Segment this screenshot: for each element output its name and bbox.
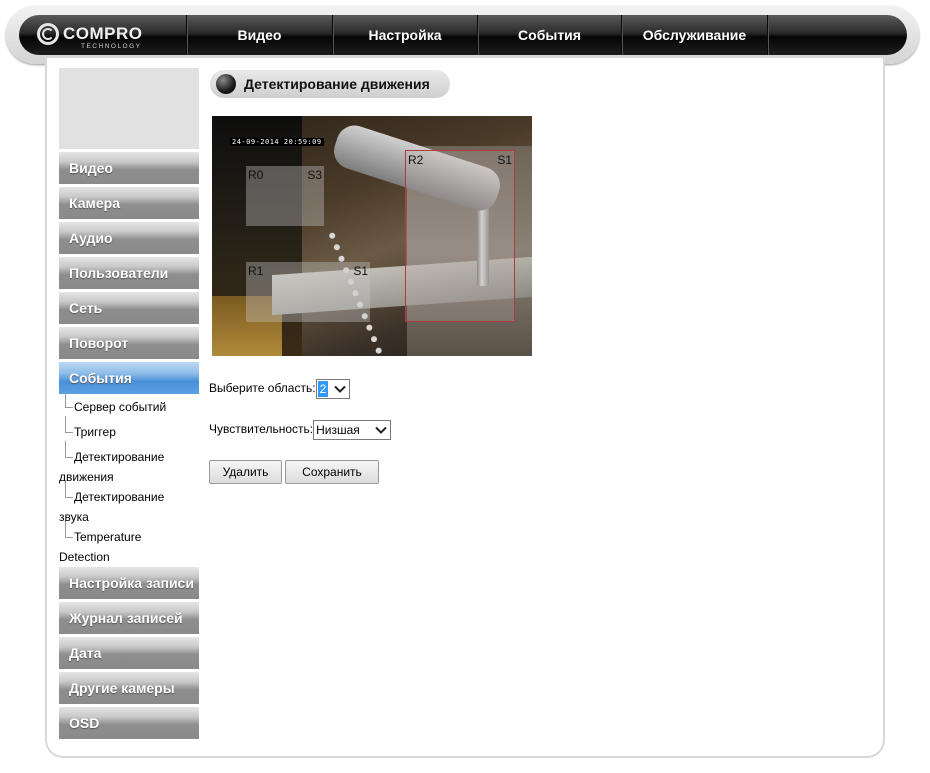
save-button[interactable]: Сохранить xyxy=(285,460,379,484)
tree-line-icon xyxy=(65,481,73,498)
submenu-audio-detection[interactable]: Детектирование звука xyxy=(59,481,199,527)
submenu-event-server[interactable]: Сервер событий xyxy=(59,391,199,417)
sensitivity-select[interactable]: Низшая xyxy=(313,420,392,440)
sidebar-item-camera[interactable]: Камера xyxy=(59,187,199,219)
nav-maintenance[interactable]: Обслуживание xyxy=(622,15,767,55)
chevron-down-icon xyxy=(333,385,346,393)
sensitivity-row: Чувствительность: Низшая xyxy=(209,420,392,440)
tree-line-icon xyxy=(65,416,73,433)
compro-logo: COMPRO TECHNOLOGY xyxy=(37,21,167,51)
tree-line-icon xyxy=(65,391,73,408)
area-select[interactable]: 2 xyxy=(315,379,350,399)
area-label: Выберите область: xyxy=(209,381,316,396)
sensitivity-label: Чувствительность: xyxy=(209,422,314,437)
sidebar-item-date[interactable]: Дата xyxy=(59,637,199,669)
sidebar-item-audio[interactable]: Аудио xyxy=(59,222,199,254)
nav-separator xyxy=(767,15,769,55)
sidebar-item-osd[interactable]: OSD xyxy=(59,707,199,739)
delete-button[interactable]: Удалить xyxy=(209,460,282,484)
nav-settings[interactable]: Настройка xyxy=(333,15,477,55)
sidebar-item-pan-tilt[interactable]: Поворот xyxy=(59,327,199,359)
camera-timestamp: 24-09-2014 20:59:09 xyxy=(230,138,324,146)
top-nav: COMPRO TECHNOLOGY Видео Настройка Событи… xyxy=(19,15,907,55)
submenu-trigger[interactable]: Триггер xyxy=(59,416,199,442)
nav-events[interactable]: События xyxy=(478,15,621,55)
page-title: Детектирование движения xyxy=(244,76,430,92)
motion-region-r2[interactable]: R2 S1 xyxy=(405,150,515,322)
bullet-icon xyxy=(216,74,236,94)
sensitivity-value: Низшая xyxy=(316,423,360,437)
motion-region-r0[interactable]: R0 S3 xyxy=(246,166,324,226)
submenu-motion-detection[interactable]: Детектирование движения xyxy=(59,441,199,487)
chevron-down-icon xyxy=(375,426,387,434)
brand-sub: TECHNOLOGY xyxy=(81,43,142,50)
motion-region-r1[interactable]: R1 S1 xyxy=(246,262,370,322)
sidebar-item-record-settings[interactable]: Настройка записи xyxy=(59,567,199,599)
submenu-temperature-detection[interactable]: Temperature Detection xyxy=(59,521,199,567)
sidebar-item-users[interactable]: Пользователи xyxy=(59,257,199,289)
sidebar-item-record-log[interactable]: Журнал записей xyxy=(59,602,199,634)
sidebar-item-other-cameras[interactable]: Другие камеры xyxy=(59,672,199,704)
nav-video[interactable]: Видео xyxy=(187,15,332,55)
area-value: 2 xyxy=(317,381,329,397)
tree-line-icon xyxy=(65,521,73,538)
sidebar-item-events[interactable]: События xyxy=(59,362,199,394)
page-title-bar: Детектирование движения xyxy=(210,70,450,98)
sidebar-item-network[interactable]: Сеть xyxy=(59,292,199,324)
camera-preview[interactable]: 24-09-2014 20:59:09 R0 S3 R2 S1 R1 S1 xyxy=(212,116,532,356)
sidebar-item-video[interactable]: Видео xyxy=(59,152,199,184)
area-row: Выберите область: 2 xyxy=(209,379,350,399)
sidebar-image-placeholder xyxy=(59,68,199,149)
brand-name: COMPRO xyxy=(63,24,143,43)
tree-line-icon xyxy=(65,441,73,458)
